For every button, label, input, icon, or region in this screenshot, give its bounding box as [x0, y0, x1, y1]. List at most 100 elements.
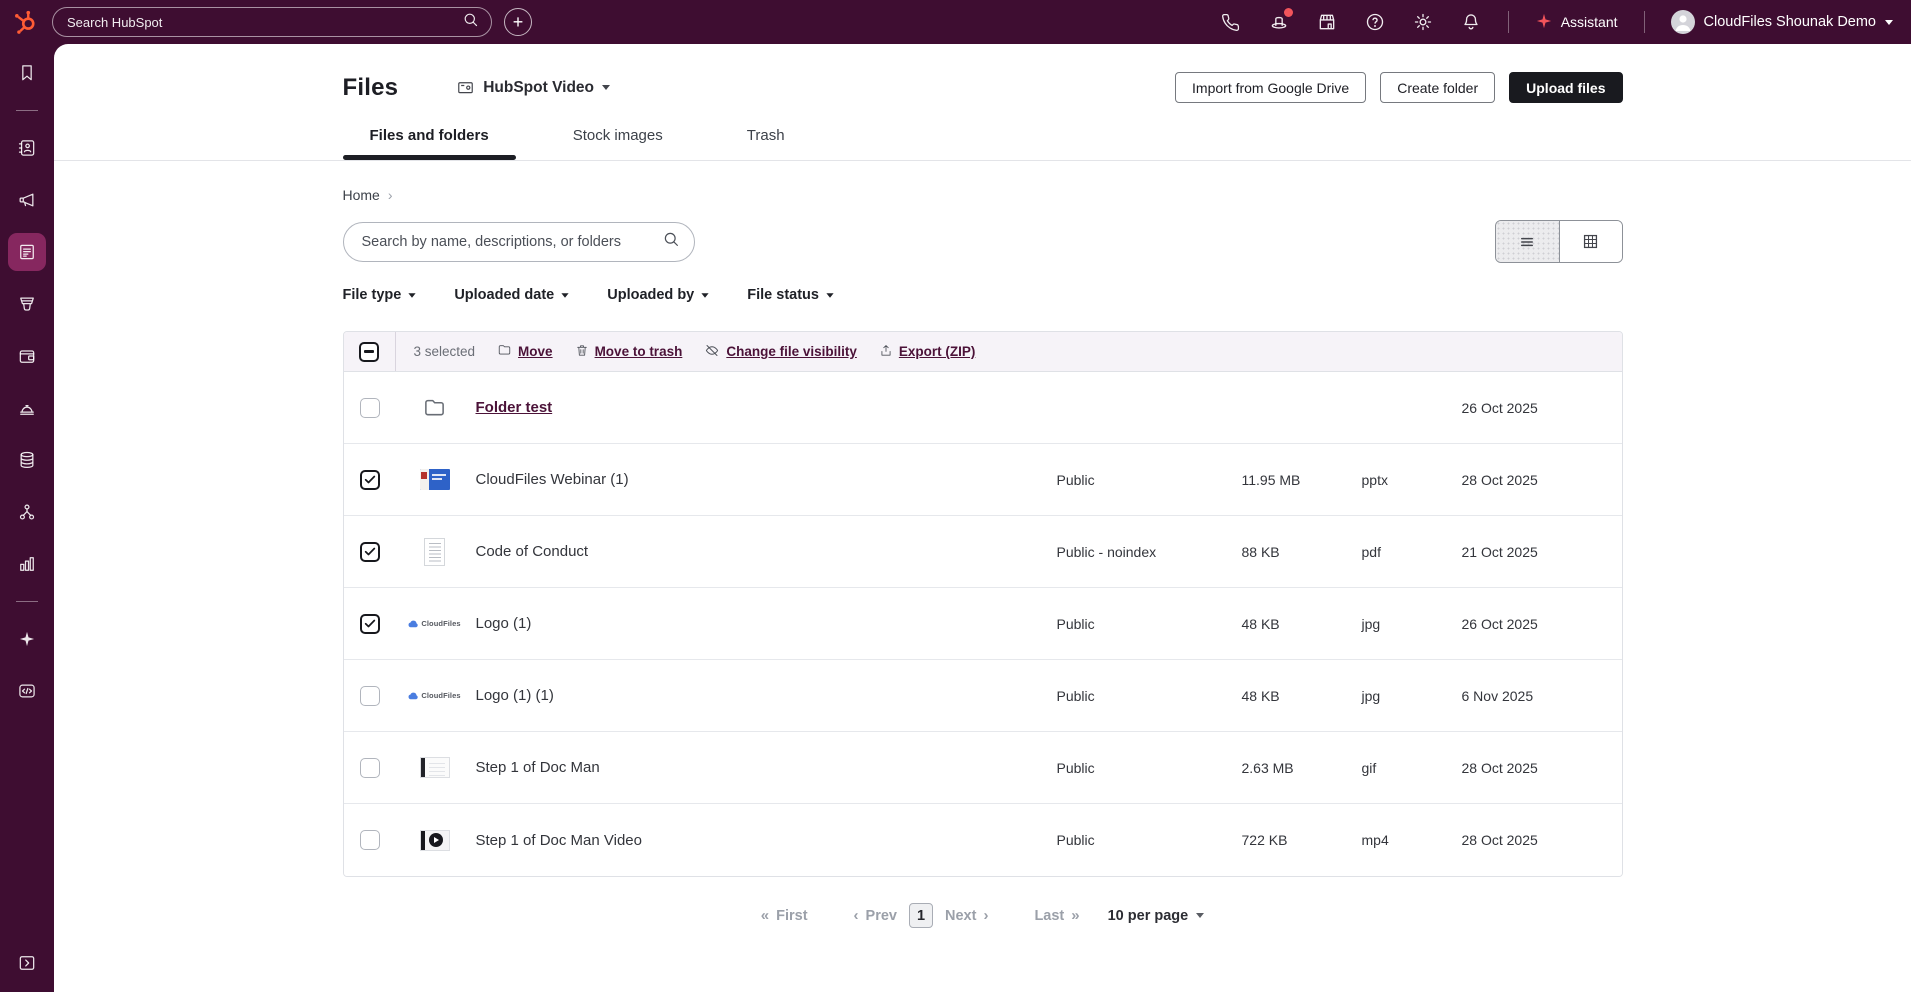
marketplace-icon[interactable] — [1316, 11, 1338, 33]
notifications-icon[interactable] — [1460, 11, 1482, 33]
file-size: 88 KB — [1242, 544, 1362, 560]
per-page-selector[interactable]: 10 per page — [1108, 908, 1205, 924]
announcements-icon[interactable] — [1268, 11, 1290, 33]
file-search[interactable] — [343, 222, 695, 262]
search-icon — [462, 11, 479, 33]
chevron-down-icon — [562, 293, 569, 298]
file-size: 2.63 MB — [1242, 760, 1362, 776]
selected-count: 3 selected — [414, 344, 476, 359]
file-search-input[interactable] — [360, 233, 662, 251]
sidebar-item-service[interactable] — [8, 389, 46, 427]
row-checkbox[interactable] — [360, 614, 380, 634]
visibility-off-icon — [704, 343, 720, 361]
table-row[interactable]: Step 1 of Doc ManPublic2.63 MBgif28 Oct … — [344, 732, 1622, 804]
file-type: jpg — [1362, 688, 1462, 704]
sidebar-item-content[interactable] — [8, 233, 46, 271]
file-name[interactable]: Code of Conduct — [476, 543, 589, 560]
file-name[interactable]: CloudFiles Webinar (1) — [476, 471, 629, 488]
select-all-checkbox[interactable] — [359, 342, 379, 362]
sidebar-item-ai-assistant[interactable] — [8, 620, 46, 658]
action-change-file-visibility[interactable]: Change file visibility — [704, 343, 857, 361]
sidebar-item-crm-contacts[interactable] — [8, 129, 46, 167]
row-checkbox[interactable] — [360, 398, 380, 418]
cloudfiles-logo-thumbnail: CloudFiles — [404, 691, 466, 700]
global-search-input[interactable] — [65, 14, 462, 31]
tab-stock-images[interactable]: Stock images — [546, 127, 690, 158]
table-row[interactable]: Code of ConductPublic - noindex88 KBpdf2… — [344, 516, 1622, 588]
table-row[interactable]: CloudFiles Webinar (1)Public11.95 MBpptx… — [344, 444, 1622, 516]
file-size: 48 KB — [1242, 616, 1362, 632]
header-divider — [54, 160, 1911, 161]
action-export-zip-[interactable]: Export (ZIP) — [879, 343, 976, 361]
pagination-current-page[interactable]: 1 — [909, 903, 933, 928]
row-checkbox[interactable] — [360, 758, 380, 778]
sidebar-item-automations[interactable] — [8, 493, 46, 531]
table-row[interactable]: CloudFilesLogo (1) (1)Public48 KBjpg6 No… — [344, 660, 1622, 732]
settings-icon[interactable] — [1412, 11, 1434, 33]
file-name[interactable]: Step 1 of Doc Man Video — [476, 832, 643, 849]
filter-file-status[interactable]: File status — [747, 287, 834, 303]
create-new-button[interactable]: + — [504, 8, 532, 36]
list-view-button[interactable] — [1496, 221, 1559, 262]
wallet-icon — [17, 346, 37, 366]
cloudfiles-logo-thumbnail: CloudFiles — [404, 619, 466, 628]
context-selector[interactable]: HubSpot Video — [456, 78, 610, 97]
filter-uploaded-date[interactable]: Uploaded date — [454, 287, 569, 303]
phone-icon[interactable] — [1220, 11, 1242, 33]
sidebar-item-commerce[interactable] — [8, 337, 46, 375]
account-menu[interactable]: CloudFiles Shounak Demo — [1671, 10, 1893, 34]
row-checkbox[interactable] — [360, 830, 380, 850]
global-search[interactable] — [52, 7, 492, 37]
action-move[interactable]: Move — [497, 343, 553, 360]
sidebar-item-sales[interactable] — [8, 285, 46, 323]
pagination: « First ‹ Prev 1 Next › Last » 10 per pa… — [343, 903, 1623, 948]
tab-files-and-folders[interactable]: Files and folders — [343, 127, 516, 158]
table-row[interactable]: Step 1 of Doc Man VideoPublic722 KBmp428… — [344, 804, 1622, 876]
file-date: 26 Oct 2025 — [1462, 400, 1622, 416]
files-table: 3 selected Move Move to trash Change file … — [343, 331, 1623, 877]
upload-files-button[interactable]: Upload files — [1509, 72, 1622, 103]
row-checkbox[interactable] — [360, 470, 380, 490]
tab-trash[interactable]: Trash — [720, 127, 812, 158]
tab-bar: Files and folders Stock images Trash — [343, 127, 1623, 158]
video-thumbnail — [420, 830, 450, 851]
chevron-down-icon — [409, 293, 416, 298]
table-row[interactable]: Folder test 26 Oct 2025 — [344, 372, 1622, 444]
hubspot-logo-icon[interactable] — [12, 9, 38, 35]
breadcrumb-home-link[interactable]: Home — [343, 187, 380, 203]
sidebar-item-data-management[interactable] — [8, 441, 46, 479]
document-thumbnail — [424, 538, 445, 566]
navbar-divider — [1644, 11, 1645, 33]
sidebar-divider — [16, 601, 38, 602]
folder-name-link[interactable]: Folder test — [476, 399, 553, 416]
row-checkbox[interactable] — [360, 686, 380, 706]
pagination-last-button[interactable]: Last » — [1034, 907, 1079, 924]
filter-uploaded-by[interactable]: Uploaded by — [607, 287, 709, 303]
sidebar-item-reporting[interactable] — [8, 545, 46, 583]
assistant-button[interactable]: Assistant — [1535, 12, 1618, 33]
prev-page-icon: ‹ — [854, 907, 859, 924]
sidebar-expand-button[interactable] — [8, 944, 46, 982]
import-google-drive-button[interactable]: Import from Google Drive — [1175, 72, 1366, 103]
pagination-next-button[interactable]: Next › — [945, 907, 988, 924]
file-name[interactable]: Logo (1) (1) — [476, 687, 554, 704]
file-name[interactable]: Logo (1) — [476, 615, 532, 632]
sidebar-item-bookmarks[interactable] — [8, 54, 46, 92]
folder-move-icon — [497, 343, 512, 360]
create-folder-button[interactable]: Create folder — [1380, 72, 1495, 103]
pagination-first-button[interactable]: « First — [761, 907, 808, 924]
action-move-to-trash[interactable]: Move to trash — [575, 343, 683, 361]
file-name[interactable]: Step 1 of Doc Man — [476, 759, 600, 776]
sparkle-icon — [17, 629, 37, 649]
sidebar-item-development[interactable] — [8, 672, 46, 710]
table-row[interactable]: CloudFilesLogo (1)Public48 KBjpg26 Oct 2… — [344, 588, 1622, 660]
filter-file-type[interactable]: File type — [343, 287, 417, 303]
workflow-icon — [17, 502, 37, 522]
pagination-prev-button[interactable]: ‹ Prev — [854, 907, 897, 924]
file-type: pptx — [1362, 472, 1462, 488]
grid-view-button[interactable] — [1559, 221, 1622, 262]
folder-icon — [421, 396, 448, 419]
sidebar-item-marketing[interactable] — [8, 181, 46, 219]
row-checkbox[interactable] — [360, 542, 380, 562]
help-icon[interactable] — [1364, 11, 1386, 33]
